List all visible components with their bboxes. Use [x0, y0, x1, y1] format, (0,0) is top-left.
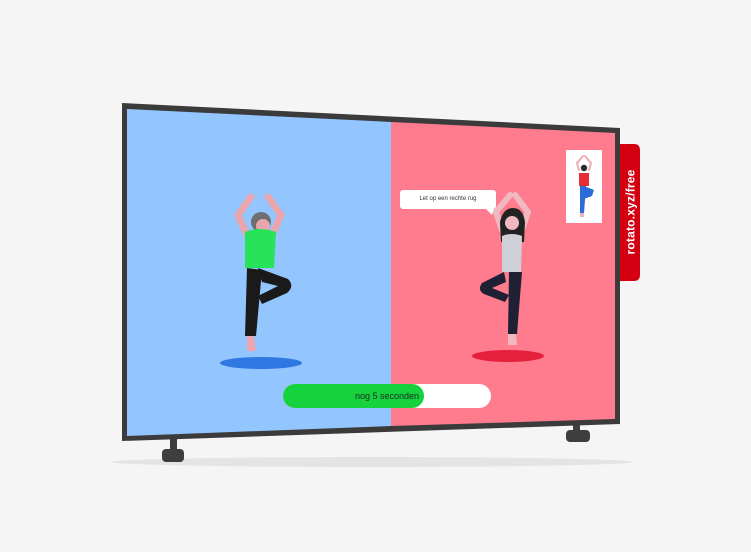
tv-foot-left: [162, 449, 184, 462]
timer-progress-track: [283, 384, 491, 408]
watermark-tag[interactable]: rotato.xyz/free: [620, 144, 640, 281]
floor-shadow: [112, 457, 632, 467]
coach-speech-text: Let op een rechte rug: [419, 196, 477, 202]
user-floor-spot: [220, 357, 302, 369]
tv-foot-right: [566, 430, 590, 442]
watermark-text: rotato.xyz/free: [623, 169, 638, 255]
coach-floor-spot: [472, 350, 544, 362]
